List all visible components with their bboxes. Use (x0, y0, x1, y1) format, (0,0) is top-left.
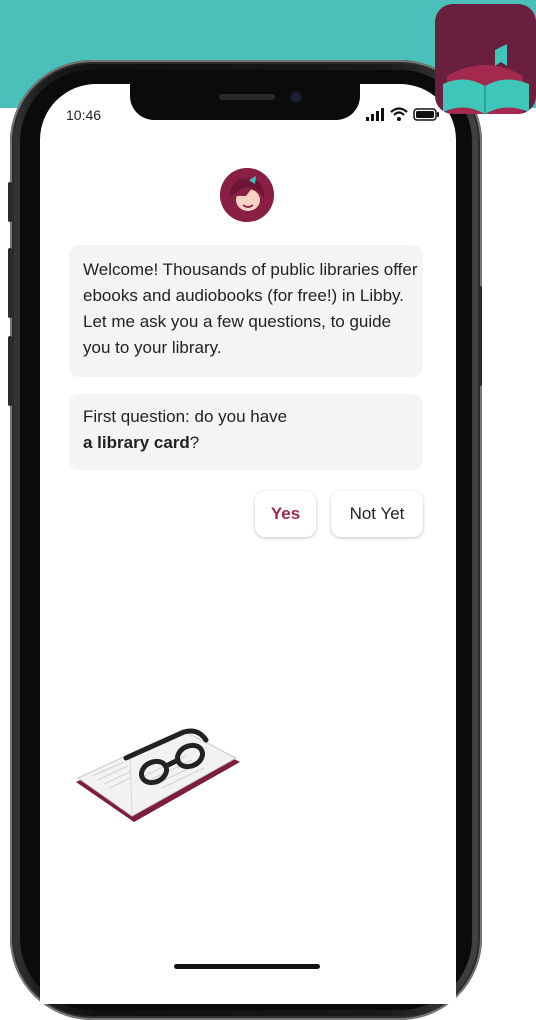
side-button-power (478, 286, 482, 386)
book-with-glasses-icon (74, 718, 244, 830)
yes-button[interactable]: Yes (255, 491, 316, 537)
home-indicator[interactable] (174, 964, 320, 969)
welcome-message-bubble: Welcome! Thousands of public libraries o… (69, 245, 423, 377)
question-bubble: First question: do you have a library ca… (69, 394, 423, 470)
notch (130, 84, 360, 120)
question-suffix: ? (189, 433, 200, 452)
question-prefix: First question: do you have (83, 407, 288, 426)
libby-book-icon (435, 4, 536, 114)
side-button-mute (8, 182, 12, 222)
signal-icon (366, 108, 384, 121)
libby-avatar-icon (220, 168, 274, 222)
battery-icon (413, 108, 439, 121)
wifi-icon (390, 107, 408, 121)
speaker-grille (219, 94, 275, 100)
question-highlight: a library card (83, 433, 190, 452)
side-button-volume-down (8, 336, 12, 406)
welcome-message-text: Welcome! Thousands of public libraries o… (83, 260, 418, 357)
not-yet-button[interactable]: Not Yet (331, 491, 423, 537)
status-time: 10:46 (66, 107, 102, 123)
side-button-volume-up (8, 248, 12, 318)
status-icons (366, 107, 442, 123)
phone-screen (40, 84, 456, 1004)
question-text: First question: do you have a library ca… (83, 404, 423, 456)
front-camera (291, 92, 301, 102)
